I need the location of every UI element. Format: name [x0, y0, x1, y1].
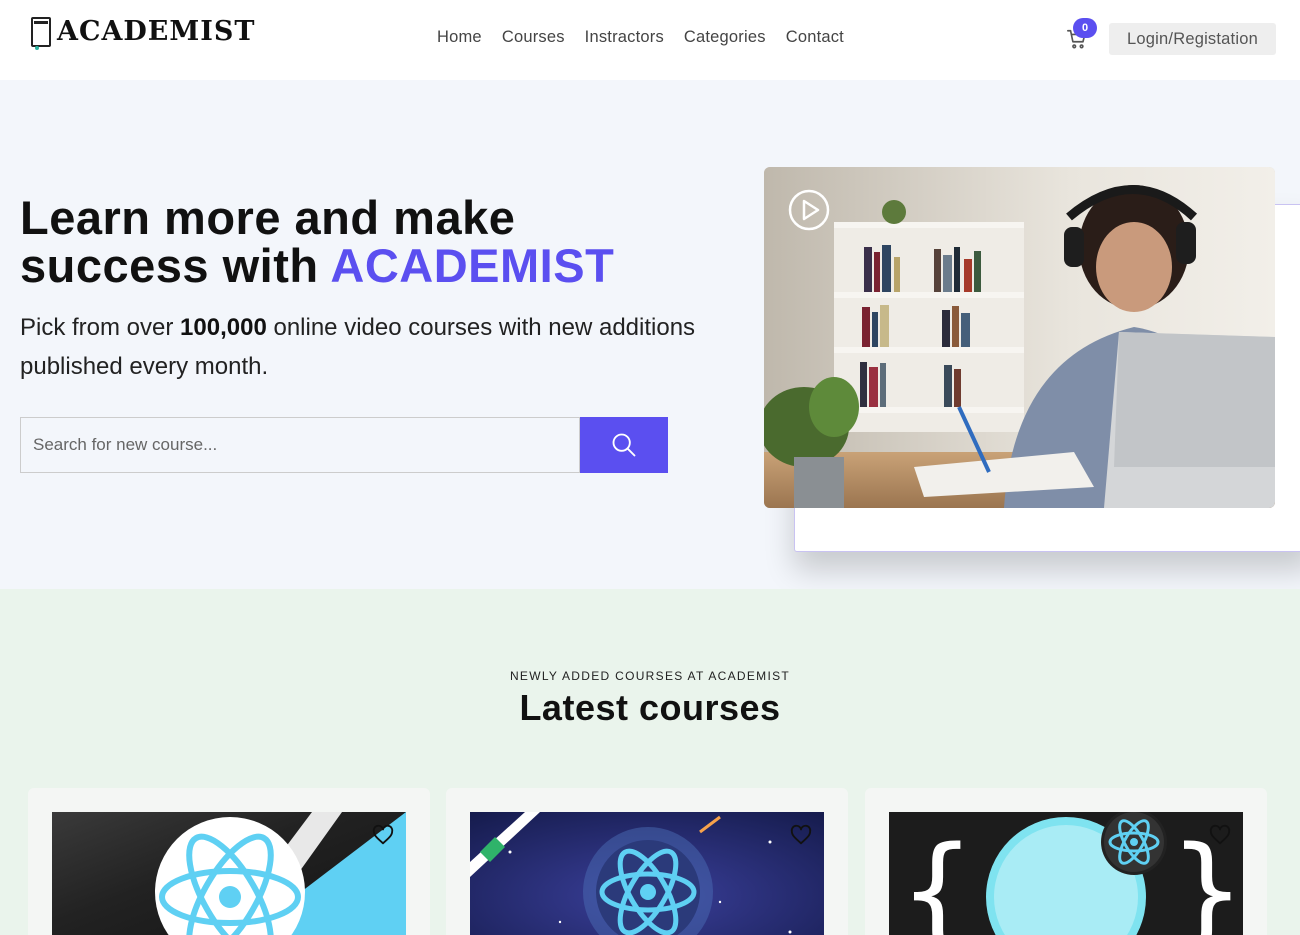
hero-sub-count: 100,000	[180, 314, 267, 341]
hero-title-accent: ACADEMIST	[330, 239, 615, 292]
latest-courses-section: NEWLY ADDED COURSES AT ACADEMIST Latest …	[0, 589, 1300, 935]
logo[interactable]: ACADEMIST	[31, 16, 256, 50]
course-card[interactable]	[446, 788, 848, 935]
svg-text:}: }	[1169, 822, 1243, 935]
logo-text: ACADEMIST	[57, 16, 256, 47]
nav-contact[interactable]: Contact	[786, 28, 844, 47]
nav-courses[interactable]: Courses	[502, 28, 565, 47]
course-thumbnail[interactable]	[52, 812, 406, 935]
nav-categories[interactable]: Categories	[684, 28, 766, 47]
hero-section: Learn more and make success with ACADEMI…	[0, 80, 1300, 589]
login-register-button[interactable]: Login/Registation	[1109, 23, 1276, 55]
course-thumbnail[interactable]: { }	[889, 812, 1243, 935]
nav-instructors[interactable]: Instractors	[585, 28, 664, 47]
play-icon[interactable]	[788, 189, 830, 231]
heart-icon[interactable]	[372, 824, 394, 846]
hero-photo	[764, 167, 1275, 508]
hero-sub-prefix: Pick from over	[20, 314, 181, 341]
section-title: Latest courses	[519, 687, 781, 728]
hero-video-thumbnail[interactable]	[764, 167, 1275, 508]
search-input[interactable]	[20, 417, 580, 473]
search-button[interactable]	[580, 417, 668, 473]
course-card[interactable]: { }	[865, 788, 1267, 935]
react-logo-icon	[52, 812, 406, 935]
site-header: ACADEMIST Home Courses Instractors Categ…	[0, 0, 1300, 80]
section-kicker: NEWLY ADDED COURSES AT ACADEMIST	[509, 669, 791, 683]
course-card[interactable]	[28, 788, 430, 935]
logo-icon	[31, 16, 51, 50]
nextjs-logo-icon: { }	[889, 812, 1243, 935]
hero-subtitle: Pick from over 100,000 online video cour…	[20, 308, 700, 386]
hero-title: Learn more and make success with ACADEMI…	[20, 194, 614, 290]
hero-title-line2: success with	[20, 239, 331, 292]
nav-home[interactable]: Home	[437, 28, 482, 47]
search-icon	[612, 433, 636, 457]
cart-count-badge: 0	[1073, 18, 1097, 38]
hero-title-line1: Learn more and make	[20, 191, 516, 244]
course-thumbnail[interactable]	[470, 812, 824, 935]
heart-icon[interactable]	[790, 824, 812, 846]
react-logo-icon	[470, 812, 824, 935]
main-nav: Home Courses Instractors Categories Cont…	[437, 28, 844, 47]
svg-text:{: {	[899, 822, 975, 935]
heart-icon[interactable]	[1209, 824, 1231, 846]
